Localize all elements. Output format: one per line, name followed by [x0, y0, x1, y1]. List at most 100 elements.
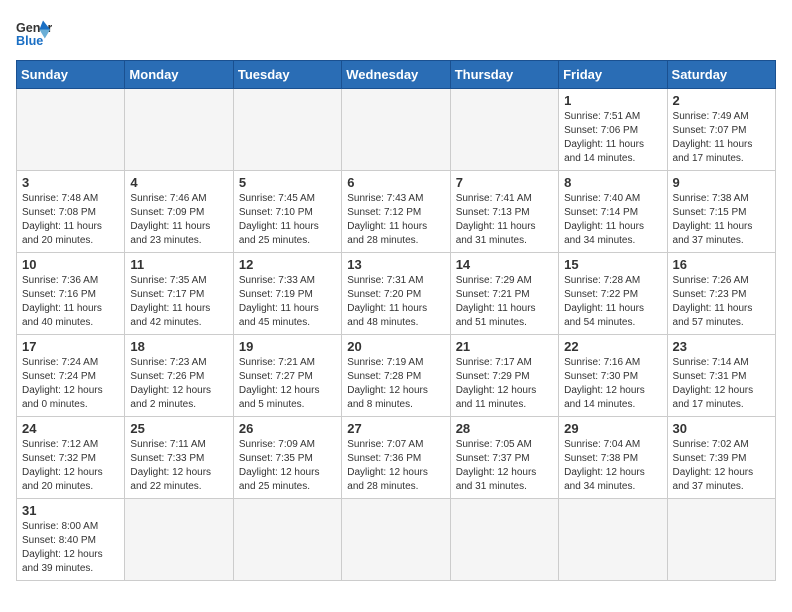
day-number: 28 — [456, 421, 553, 436]
day-info: Sunrise: 7:45 AM Sunset: 7:10 PM Dayligh… — [239, 192, 336, 248]
calendar-cell: 20 Sunrise: 7:19 AM Sunset: 7:28 PM Dayli… — [342, 335, 450, 417]
calendar: SundayMondayTuesdayWednesdayThursdayFrid… — [16, 60, 776, 581]
day-info: Sunrise: 7:16 AM Sunset: 7:30 PM Dayligh… — [564, 356, 661, 412]
calendar-cell: 15Sunrise: 7:28 AM Sunset: 7:22 PM Dayli… — [559, 253, 667, 335]
calendar-cell: 4 Sunrise: 7:46 AM Sunset: 7:09 PM Daylig… — [125, 171, 233, 253]
calendar-cell: 27Sunrise: 7:07 AM Sunset: 7:36 PM Dayli… — [342, 417, 450, 499]
calendar-cell: 5 Sunrise: 7:45 AM Sunset: 7:10 PM Daylig… — [233, 171, 341, 253]
calendar-row: 31Sunrise: 8:00 AM Sunset: 8:40 PM Dayli… — [17, 499, 776, 581]
day-number: 6 — [347, 175, 444, 190]
calendar-row: 17Sunrise: 7:24 AM Sunset: 7:24 PM Dayli… — [17, 335, 776, 417]
weekday-header: Tuesday — [233, 61, 341, 89]
day-info: Sunrise: 7:04 AM Sunset: 7:38 PM Dayligh… — [564, 438, 661, 494]
day-info: Sunrise: 7:33 AM Sunset: 7:19 PM Dayligh… — [239, 274, 336, 330]
calendar-cell: 11Sunrise: 7:35 AM Sunset: 7:17 PM Dayli… — [125, 253, 233, 335]
day-number: 13 — [347, 257, 444, 272]
logo: General Blue — [16, 16, 58, 52]
day-info: Sunrise: 7:40 AM Sunset: 7:14 PM Dayligh… — [564, 192, 661, 248]
day-number: 7 — [456, 175, 553, 190]
weekday-header: Wednesday — [342, 61, 450, 89]
calendar-cell: 19 Sunrise: 7:21 AM Sunset: 7:27 PM Dayli… — [233, 335, 341, 417]
day-info: Sunrise: 7:02 AM Sunset: 7:39 PM Dayligh… — [673, 438, 770, 494]
calendar-cell — [233, 499, 341, 581]
calendar-cell — [233, 89, 341, 171]
calendar-cell: 18 Sunrise: 7:23 AM Sunset: 7:26 PM Dayli… — [125, 335, 233, 417]
calendar-cell: 31Sunrise: 8:00 AM Sunset: 8:40 PM Dayli… — [17, 499, 125, 581]
day-number: 10 — [22, 257, 119, 272]
day-info: Sunrise: 7:23 AM Sunset: 7:26 PM Dayligh… — [130, 356, 227, 412]
day-info: Sunrise: 7:46 AM Sunset: 7:09 PM Dayligh… — [130, 192, 227, 248]
day-info: Sunrise: 7:21 AM Sunset: 7:27 PM Dayligh… — [239, 356, 336, 412]
day-number: 23 — [673, 339, 770, 354]
day-number: 22 — [564, 339, 661, 354]
calendar-cell: 28 Sunrise: 7:05 AM Sunset: 7:37 PM Dayli… — [450, 417, 558, 499]
calendar-cell: 10 Sunrise: 7:36 AM Sunset: 7:16 PM Dayli… — [17, 253, 125, 335]
calendar-cell: 22 Sunrise: 7:16 AM Sunset: 7:30 PM Dayli… — [559, 335, 667, 417]
day-number: 31 — [22, 503, 119, 518]
calendar-cell: 2 Sunrise: 7:49 AM Sunset: 7:07 PM Daylig… — [667, 89, 775, 171]
day-number: 5 — [239, 175, 336, 190]
calendar-cell: 7 Sunrise: 7:41 AM Sunset: 7:13 PM Daylig… — [450, 171, 558, 253]
day-number: 18 — [130, 339, 227, 354]
calendar-row: 10 Sunrise: 7:36 AM Sunset: 7:16 PM Dayli… — [17, 253, 776, 335]
logo-icon: General Blue — [16, 16, 52, 52]
calendar-cell: 13Sunrise: 7:31 AM Sunset: 7:20 PM Dayli… — [342, 253, 450, 335]
calendar-cell — [667, 499, 775, 581]
day-number: 4 — [130, 175, 227, 190]
day-info: Sunrise: 7:41 AM Sunset: 7:13 PM Dayligh… — [456, 192, 553, 248]
weekday-header: Sunday — [17, 61, 125, 89]
calendar-cell: 1 Sunrise: 7:51 AM Sunset: 7:06 PM Daylig… — [559, 89, 667, 171]
day-number: 3 — [22, 175, 119, 190]
day-number: 11 — [130, 257, 227, 272]
calendar-cell: 17Sunrise: 7:24 AM Sunset: 7:24 PM Dayli… — [17, 335, 125, 417]
calendar-row: 1 Sunrise: 7:51 AM Sunset: 7:06 PM Daylig… — [17, 89, 776, 171]
day-number: 14 — [456, 257, 553, 272]
calendar-cell: 14 Sunrise: 7:29 AM Sunset: 7:21 PM Dayli… — [450, 253, 558, 335]
day-info: Sunrise: 7:29 AM Sunset: 7:21 PM Dayligh… — [456, 274, 553, 330]
day-number: 16 — [673, 257, 770, 272]
day-number: 19 — [239, 339, 336, 354]
svg-text:Blue: Blue — [16, 34, 43, 48]
calendar-cell: 16Sunrise: 7:26 AM Sunset: 7:23 PM Dayli… — [667, 253, 775, 335]
day-info: Sunrise: 7:49 AM Sunset: 7:07 PM Dayligh… — [673, 110, 770, 166]
day-number: 1 — [564, 93, 661, 108]
day-info: Sunrise: 7:07 AM Sunset: 7:36 PM Dayligh… — [347, 438, 444, 494]
calendar-cell: 24 Sunrise: 7:12 AM Sunset: 7:32 PM Dayli… — [17, 417, 125, 499]
day-number: 17 — [22, 339, 119, 354]
day-info: Sunrise: 7:12 AM Sunset: 7:32 PM Dayligh… — [22, 438, 119, 494]
day-info: Sunrise: 7:51 AM Sunset: 7:06 PM Dayligh… — [564, 110, 661, 166]
day-info: Sunrise: 7:17 AM Sunset: 7:29 PM Dayligh… — [456, 356, 553, 412]
calendar-cell: 25 Sunrise: 7:11 AM Sunset: 7:33 PM Dayli… — [125, 417, 233, 499]
day-info: Sunrise: 7:05 AM Sunset: 7:37 PM Dayligh… — [456, 438, 553, 494]
day-number: 9 — [673, 175, 770, 190]
calendar-cell — [342, 499, 450, 581]
calendar-cell: 3Sunrise: 7:48 AM Sunset: 7:08 PM Daylig… — [17, 171, 125, 253]
weekday-row: SundayMondayTuesdayWednesdayThursdayFrid… — [17, 61, 776, 89]
calendar-cell: 9Sunrise: 7:38 AM Sunset: 7:15 PM Daylig… — [667, 171, 775, 253]
day-info: Sunrise: 7:36 AM Sunset: 7:16 PM Dayligh… — [22, 274, 119, 330]
calendar-cell — [450, 89, 558, 171]
calendar-cell: 30 Sunrise: 7:02 AM Sunset: 7:39 PM Dayli… — [667, 417, 775, 499]
day-info: Sunrise: 7:19 AM Sunset: 7:28 PM Dayligh… — [347, 356, 444, 412]
day-number: 20 — [347, 339, 444, 354]
day-info: Sunrise: 7:43 AM Sunset: 7:12 PM Dayligh… — [347, 192, 444, 248]
calendar-cell — [125, 89, 233, 171]
calendar-cell: 6 Sunrise: 7:43 AM Sunset: 7:12 PM Daylig… — [342, 171, 450, 253]
calendar-body: 1 Sunrise: 7:51 AM Sunset: 7:06 PM Daylig… — [17, 89, 776, 581]
day-number: 15 — [564, 257, 661, 272]
day-number: 30 — [673, 421, 770, 436]
day-number: 25 — [130, 421, 227, 436]
calendar-row: 3Sunrise: 7:48 AM Sunset: 7:08 PM Daylig… — [17, 171, 776, 253]
day-number: 12 — [239, 257, 336, 272]
calendar-row: 24 Sunrise: 7:12 AM Sunset: 7:32 PM Dayli… — [17, 417, 776, 499]
day-info: Sunrise: 7:14 AM Sunset: 7:31 PM Dayligh… — [673, 356, 770, 412]
calendar-cell: 26Sunrise: 7:09 AM Sunset: 7:35 PM Dayli… — [233, 417, 341, 499]
calendar-cell — [450, 499, 558, 581]
day-number: 24 — [22, 421, 119, 436]
day-info: Sunrise: 7:11 AM Sunset: 7:33 PM Dayligh… — [130, 438, 227, 494]
header: General Blue — [16, 16, 776, 52]
calendar-cell — [342, 89, 450, 171]
day-number: 8 — [564, 175, 661, 190]
weekday-header: Saturday — [667, 61, 775, 89]
day-number: 2 — [673, 93, 770, 108]
